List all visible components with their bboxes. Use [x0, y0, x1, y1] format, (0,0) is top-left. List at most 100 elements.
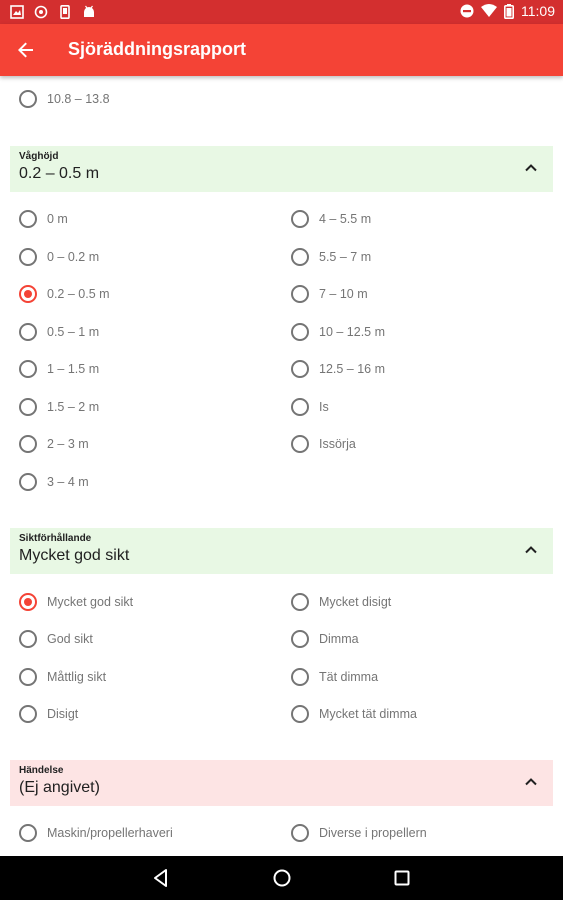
radio-option[interactable]: 4 – 5.5 m [291, 204, 371, 234]
radio-option[interactable]: Mycket god sikt [19, 587, 133, 617]
radio-option[interactable]: 1.5 – 2 m [19, 392, 99, 422]
radio-button[interactable] [291, 824, 309, 842]
radio-button[interactable] [19, 360, 37, 378]
radio-option[interactable]: Disigt [19, 699, 78, 729]
radio-button[interactable] [291, 668, 309, 686]
radio-button[interactable] [19, 90, 37, 108]
home-circle-icon[interactable] [271, 867, 293, 889]
chevron-up-icon[interactable] [523, 542, 539, 558]
radio-label: Måttlig sikt [47, 670, 107, 684]
section-value: (Ej angivet) [19, 779, 100, 796]
radio-label: 0 m [47, 212, 68, 226]
radio-option[interactable]: Diverse i propellern [291, 818, 427, 848]
radio-label: God sikt [47, 632, 93, 646]
radio-label: Issörja [319, 437, 356, 451]
report-form[interactable]: 10.8 – 13.8 Våghöjd 0.2 – 0.5 m 0 m 0 – … [0, 76, 563, 856]
radio-button[interactable] [291, 285, 309, 303]
radio-option[interactable]: Mycket tät dimma [291, 699, 417, 729]
app-bar: Sjöräddningsrapport [0, 24, 563, 76]
radio-label: 12.5 – 16 m [319, 362, 386, 376]
status-bar: 11:09 [0, 0, 563, 24]
radio-button[interactable] [291, 593, 309, 611]
radio-button[interactable] [19, 435, 37, 453]
radio-label: 10 – 12.5 m [319, 325, 386, 339]
radio-option[interactable]: 7 – 10 m [291, 279, 368, 309]
wave-height-header[interactable]: Våghöjd 0.2 – 0.5 m [10, 146, 553, 192]
radio-label: 10.8 – 13.8 [47, 92, 110, 106]
radio-option[interactable]: Is [291, 392, 329, 422]
radio-label: 5.5 – 7 m [319, 250, 372, 264]
radio-option[interactable]: 5.5 – 7 m [291, 242, 371, 272]
radio-option[interactable]: Issörja [291, 429, 356, 459]
radio-label: 4 – 5.5 m [319, 212, 372, 226]
radio-button[interactable] [291, 630, 309, 648]
radio-option[interactable]: 12.5 – 16 m [291, 354, 385, 384]
phone-icon [60, 5, 70, 19]
radio-button[interactable] [19, 668, 37, 686]
radio-button-checked[interactable] [19, 593, 37, 611]
radio-option[interactable]: God sikt [19, 624, 93, 654]
radio-label: 1.5 – 2 m [47, 400, 100, 414]
circle-target-icon [34, 5, 48, 19]
back-triangle-icon[interactable] [150, 867, 172, 889]
navigation-bar [0, 856, 563, 900]
radio-button[interactable] [291, 248, 309, 266]
android-icon [84, 5, 94, 17]
radio-option[interactable]: Dimma [291, 624, 359, 654]
radio-label: Dimma [319, 632, 359, 646]
radio-button[interactable] [19, 323, 37, 341]
radio-label: Mycket disigt [319, 595, 392, 609]
radio-button[interactable] [19, 398, 37, 416]
radio-button[interactable] [19, 824, 37, 842]
section-label: Siktförhållande [19, 533, 92, 544]
radio-label: 2 – 3 m [47, 437, 89, 451]
visibility-header[interactable]: Siktförhållande Mycket god sikt [10, 528, 553, 574]
chevron-up-icon[interactable] [523, 774, 539, 790]
radio-option[interactable]: 10 – 12.5 m [291, 317, 385, 347]
incident-header[interactable]: Händelse (Ej angivet) [10, 760, 553, 806]
image-icon [10, 5, 24, 19]
radio-option[interactable]: 3 – 4 m [19, 467, 89, 497]
radio-label: 7 – 10 m [319, 287, 368, 301]
battery-icon [504, 3, 514, 19]
radio-option[interactable]: 10.8 – 13.8 [19, 84, 110, 114]
radio-label: 3 – 4 m [47, 475, 89, 489]
radio-option[interactable]: 2 – 3 m [19, 429, 89, 459]
radio-option[interactable]: Mycket disigt [291, 587, 391, 617]
arrow-back-icon[interactable] [12, 36, 40, 64]
radio-button[interactable] [291, 398, 309, 416]
radio-label: 0.5 – 1 m [47, 325, 100, 339]
radio-label: 1 – 1.5 m [47, 362, 100, 376]
back-button[interactable] [12, 36, 40, 64]
status-time: 11:09 [521, 3, 555, 19]
section-value: Mycket god sikt [19, 547, 130, 564]
wifi-icon [481, 4, 497, 17]
radio-button[interactable] [19, 473, 37, 491]
radio-button-checked[interactable] [19, 285, 37, 303]
radio-button[interactable] [19, 630, 37, 648]
radio-option[interactable]: 0 m [19, 204, 68, 234]
radio-option[interactable]: 0.2 – 0.5 m [19, 279, 110, 309]
radio-button[interactable] [19, 210, 37, 228]
radio-label: Mycket tät dimma [319, 707, 417, 721]
radio-label: Maskin/propellerhaveri [47, 826, 173, 840]
radio-button[interactable] [291, 210, 309, 228]
radio-option[interactable]: 1 – 1.5 m [19, 354, 99, 384]
radio-button[interactable] [291, 705, 309, 723]
chevron-up-icon[interactable] [523, 160, 539, 176]
radio-option[interactable]: Måttlig sikt [19, 662, 106, 692]
radio-button[interactable] [291, 435, 309, 453]
radio-button[interactable] [291, 360, 309, 378]
recents-square-icon[interactable] [391, 867, 413, 889]
do-not-disturb-icon [460, 4, 474, 18]
section-label: Våghöjd [19, 151, 59, 162]
radio-option[interactable]: 0 – 0.2 m [19, 242, 99, 272]
radio-button[interactable] [291, 323, 309, 341]
radio-option[interactable]: 0.5 – 1 m [19, 317, 99, 347]
page-title: Sjöräddningsrapport [68, 39, 247, 59]
radio-button[interactable] [19, 705, 37, 723]
radio-option[interactable]: Maskin/propellerhaveri [19, 818, 173, 848]
radio-label: Disigt [47, 707, 79, 721]
radio-option[interactable]: Tät dimma [291, 662, 378, 692]
radio-button[interactable] [19, 248, 37, 266]
